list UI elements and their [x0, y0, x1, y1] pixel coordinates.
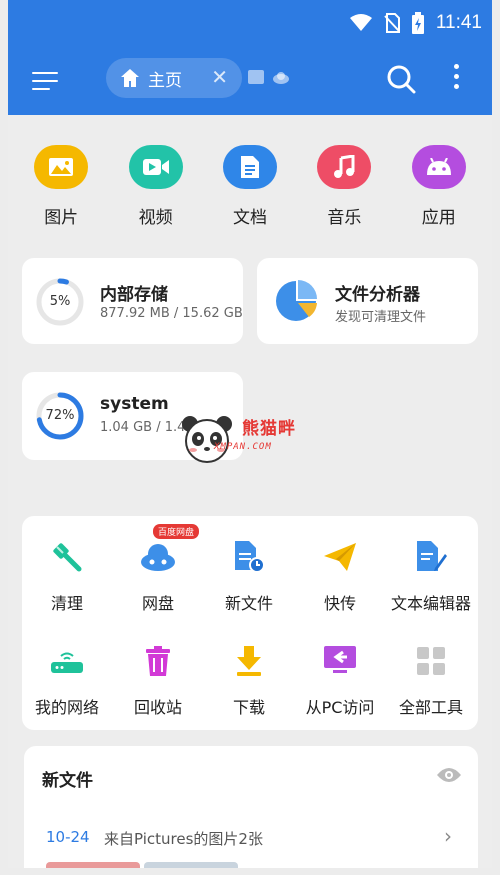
tool-label: 从PC访问: [305, 698, 375, 717]
search-button[interactable]: [386, 64, 416, 94]
recent-date: 10-24: [46, 828, 90, 846]
tool-label: 新文件: [224, 594, 273, 613]
send-icon: [324, 543, 356, 571]
category-row: 图片 视频 文档 音乐 应用: [8, 145, 492, 228]
recent-description: 来自Pictures的图片2张: [104, 830, 263, 848]
category-music[interactable]: 音乐: [304, 145, 384, 228]
watermark-name: 熊猫畔: [242, 419, 296, 439]
internal-storage-usage: 877.92 MB / 15.62 GB: [100, 306, 243, 321]
more-options-icon[interactable]: [450, 64, 462, 94]
internal-storage-ring: 5%: [36, 278, 84, 326]
new-file-icon: [235, 541, 265, 573]
recent-files-card: 新文件 10-24 来自Pictures的图片2张 ›: [24, 746, 478, 868]
menu-icon: [32, 72, 58, 74]
recent-thumbnails: [46, 862, 238, 868]
tools-card: 百度网盘 清理 网盘 新文件 快传 文本编辑器 我的网络 回收站 下载 从PC访…: [22, 516, 478, 730]
category-videos[interactable]: 视频: [116, 145, 196, 228]
system-storage-title: system: [100, 394, 169, 414]
system-storage-percent: 72%: [45, 408, 75, 423]
eye-icon[interactable]: [436, 766, 462, 784]
category-documents[interactable]: 文档: [210, 145, 290, 228]
download-icon: [237, 646, 261, 676]
internal-storage-percent: 5%: [49, 294, 71, 309]
tool-text-editor[interactable]: 文本编辑器: [386, 540, 476, 614]
category-label: 应用: [421, 208, 456, 228]
pie-chart-icon: [275, 280, 317, 326]
tool-label: 我的网络: [34, 698, 99, 717]
internal-storage-card[interactable]: 5% 内部存储 877.92 MB / 15.62 GB: [22, 258, 243, 344]
panda-icon: [182, 416, 232, 463]
broom-icon: [53, 543, 82, 572]
video-icon: [128, 145, 183, 189]
watermark-site: XMPAN.COM: [214, 442, 272, 452]
tab-extras: [248, 70, 290, 84]
file-analyzer-card[interactable]: 文件分析器 发现可清理文件: [257, 258, 478, 344]
tool-label: 回收站: [133, 698, 182, 717]
router-icon: [51, 652, 83, 673]
tool-label: 网盘: [141, 594, 174, 613]
tool-downloads[interactable]: 下载: [204, 644, 294, 718]
android-icon: [411, 145, 466, 189]
book-icon[interactable]: [248, 70, 264, 84]
music-icon: [317, 145, 372, 189]
category-images[interactable]: 图片: [21, 145, 101, 228]
tool-pc-access[interactable]: 从PC访问: [295, 644, 385, 718]
no-sim-icon: [384, 13, 400, 33]
category-label: 音乐: [327, 208, 362, 228]
battery-charging-icon: [411, 12, 424, 34]
image-icon: [34, 145, 89, 189]
menu-button[interactable]: [30, 64, 62, 96]
clock: 11:41: [435, 12, 482, 33]
document-icon: [222, 145, 277, 189]
category-label: 文档: [232, 208, 267, 228]
tool-all-tools[interactable]: 全部工具: [386, 644, 476, 718]
tool-label: 下载: [232, 698, 265, 717]
tool-label: 清理: [50, 594, 83, 613]
thumbnail[interactable]: [144, 862, 238, 868]
tool-label: 文本编辑器: [390, 594, 471, 613]
trash-icon: [146, 646, 170, 676]
cloud-tab-icon[interactable]: [272, 70, 290, 84]
cloud-icon: [141, 544, 175, 571]
tool-label: 全部工具: [398, 698, 463, 717]
tool-quick-send[interactable]: 快传: [295, 540, 385, 614]
baidu-netdisk-badge: 百度网盘: [153, 524, 200, 539]
chevron-right-icon: ›: [444, 824, 452, 848]
app-bar: 主页 ✕: [8, 50, 492, 115]
tool-netdisk[interactable]: 网盘: [113, 540, 203, 614]
pc-access-icon: [324, 646, 356, 673]
home-icon: [121, 69, 139, 87]
category-apps[interactable]: 应用: [399, 145, 479, 228]
category-label: 视频: [138, 208, 173, 228]
tab-home-label: 主页: [148, 70, 182, 91]
text-editor-icon: [417, 541, 447, 571]
file-analyzer-subtitle: 发现可清理文件: [335, 310, 427, 325]
recent-files-title: 新文件: [42, 771, 93, 791]
thumbnail[interactable]: [46, 862, 140, 868]
tool-clean[interactable]: 清理: [22, 540, 112, 614]
file-analyzer-title: 文件分析器: [335, 285, 420, 305]
close-tab-icon[interactable]: ✕: [211, 67, 228, 87]
menu-icon-line: [32, 80, 58, 82]
tool-my-network[interactable]: 我的网络: [22, 644, 112, 718]
app-frame: 11:41 主页 ✕ 图片 视频 文档 音乐 应用 5% 内部存储 877.92…: [8, 0, 492, 868]
tab-home[interactable]: 主页 ✕: [106, 58, 242, 98]
tool-new-files[interactable]: 新文件: [204, 540, 294, 614]
tool-label: 快传: [323, 594, 356, 613]
menu-icon-line: [32, 88, 50, 90]
tool-recycle-bin[interactable]: 回收站: [113, 644, 203, 718]
status-bar: 11:41: [8, 0, 492, 50]
system-storage-ring: 72%: [36, 392, 84, 440]
search-icon: [387, 65, 416, 94]
watermark-logo: 熊猫畔 XMPAN.COM: [180, 412, 330, 468]
category-label: 图片: [44, 208, 79, 228]
wifi-icon: [349, 14, 372, 31]
internal-storage-title: 内部存储: [100, 285, 168, 305]
grid-icon: [417, 647, 445, 675]
